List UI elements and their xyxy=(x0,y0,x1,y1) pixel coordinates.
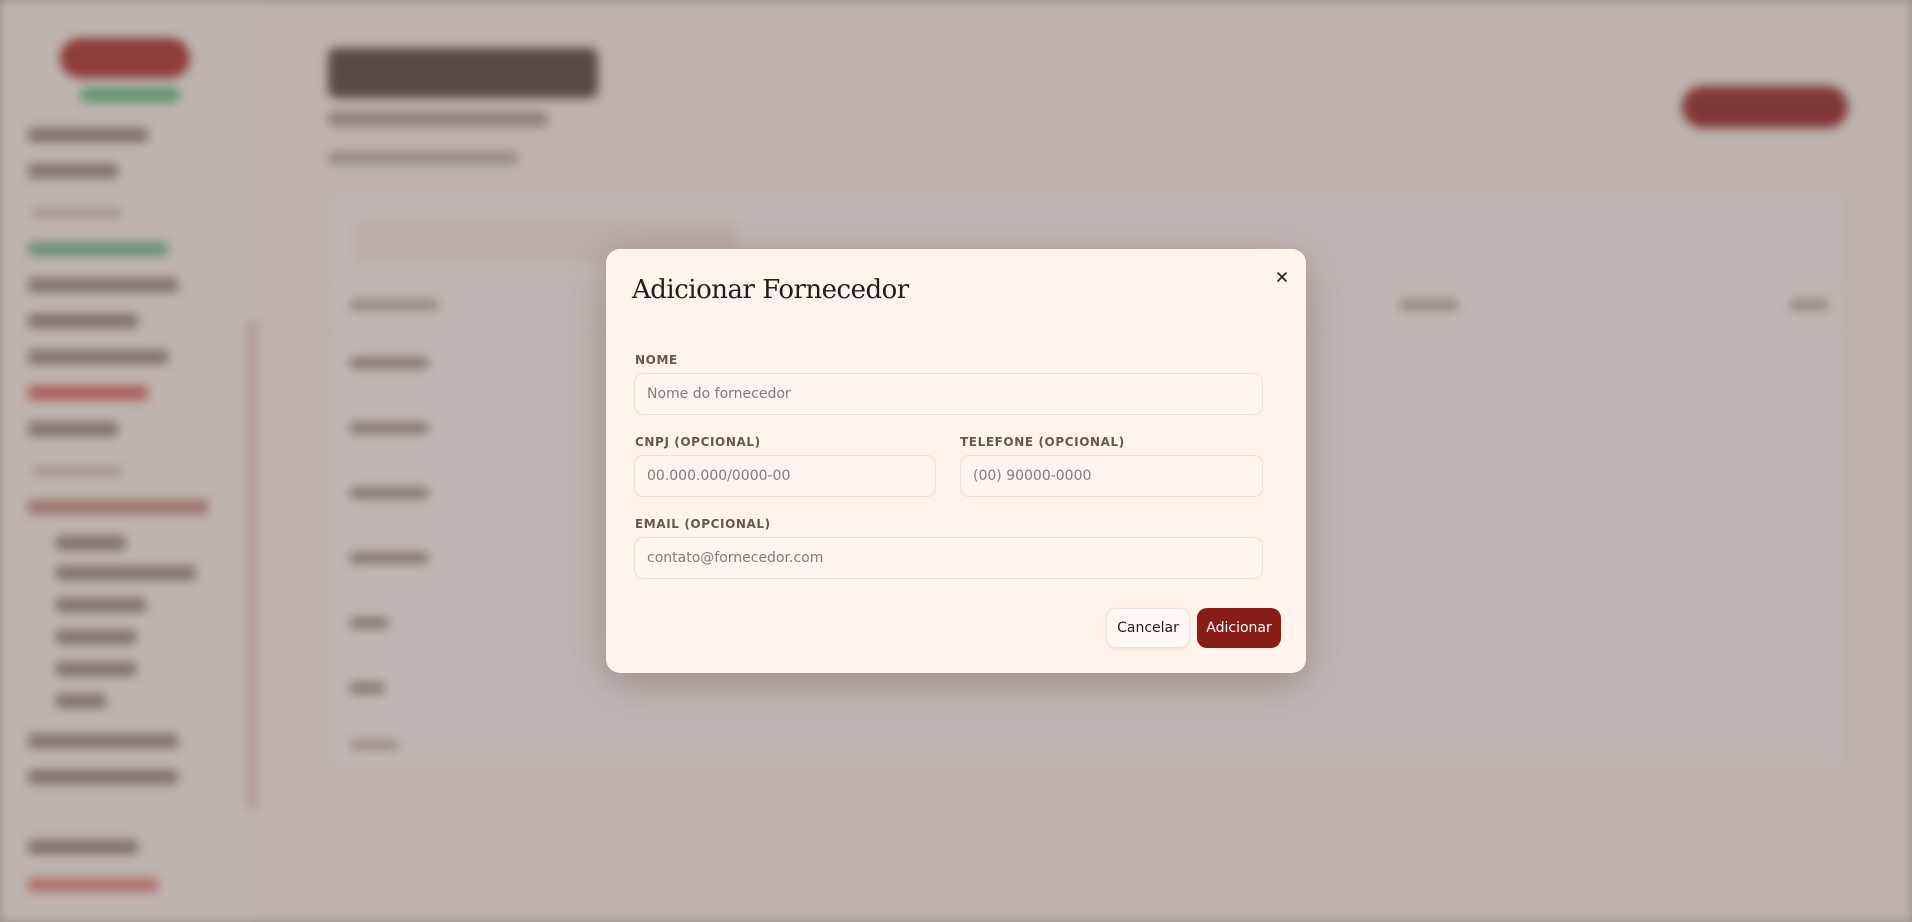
nome-input[interactable] xyxy=(634,373,1263,415)
add-button[interactable]: Adicionar xyxy=(1197,608,1281,648)
close-icon xyxy=(1277,272,1287,282)
close-button[interactable] xyxy=(1270,265,1294,289)
nome-label: NOME xyxy=(635,353,678,367)
cnpj-input[interactable] xyxy=(634,455,936,497)
dialog-title: Adicionar Fornecedor xyxy=(632,275,909,305)
telefone-input[interactable] xyxy=(960,455,1263,497)
add-supplier-dialog: Adicionar Fornecedor NOME CNPJ (OPCIONAL… xyxy=(606,249,1306,673)
telefone-label: TELEFONE (OPCIONAL) xyxy=(960,435,1125,449)
email-input[interactable] xyxy=(634,537,1263,579)
cnpj-label: CNPJ (OPCIONAL) xyxy=(635,435,761,449)
email-label: EMAIL (OPCIONAL) xyxy=(635,517,771,531)
cancel-button[interactable]: Cancelar xyxy=(1106,608,1190,648)
